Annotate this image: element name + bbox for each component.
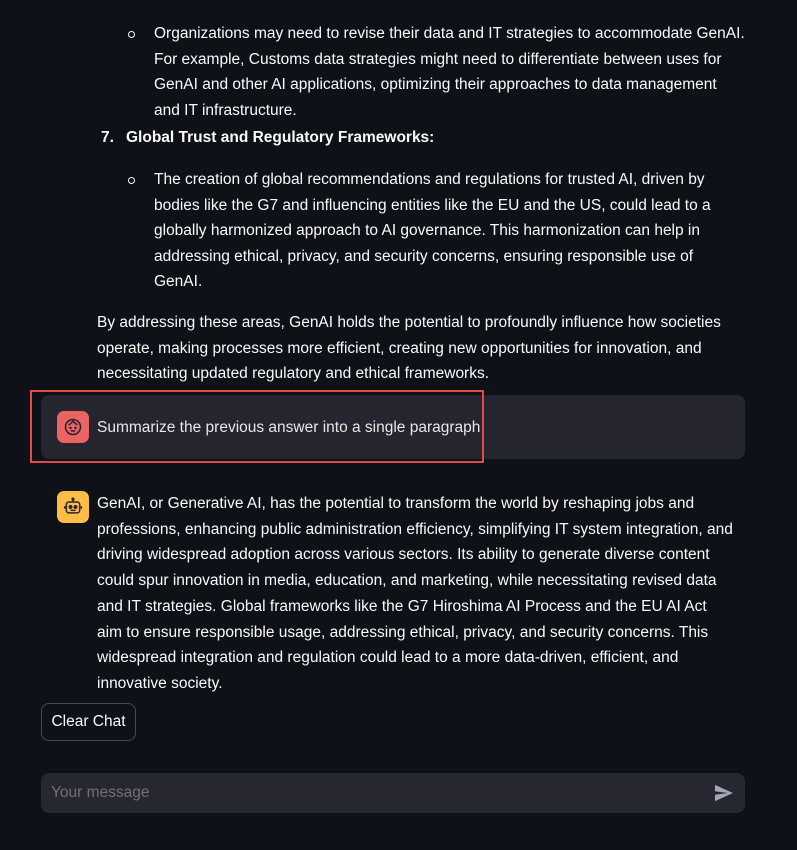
hollow-bullet-icon: [128, 31, 135, 38]
highlight-box: [30, 390, 484, 463]
chat-input-container: [41, 773, 745, 813]
item6-bullet-text: Organizations may need to revise their d…: [154, 25, 745, 119]
item-number: 7.: [101, 129, 114, 147]
robot-icon: [63, 497, 83, 514]
assistant-message-text: GenAI, or Generative AI, has the potenti…: [97, 495, 733, 692]
conclusion-paragraph: By addressing these areas, GenAI holds t…: [97, 313, 721, 383]
hollow-bullet-icon: [128, 176, 135, 184]
clear-chat-button[interactable]: Clear Chat: [41, 703, 136, 741]
previous-assistant-message: Organizations may need to revise their d…: [41, 0, 745, 387]
send-button[interactable]: [713, 782, 735, 804]
chat-message-input[interactable]: [41, 773, 701, 813]
item7-bullet-text: The creation of global recommendations a…: [154, 170, 711, 291]
send-icon: [715, 784, 733, 802]
list-item: Organizations may need to revise their d…: [41, 21, 745, 123]
item6-sublist: Organizations may need to revise their d…: [41, 21, 745, 123]
assistant-avatar: [57, 491, 89, 523]
numbered-item-7: 7. Global Trust and Regulatory Framework…: [41, 125, 745, 151]
list-item: The creation of global recommendations a…: [41, 167, 745, 295]
item7-title: Global Trust and Regulatory Frameworks:: [126, 129, 435, 147]
chat-page: Organizations may need to revise their d…: [0, 0, 797, 850]
item7-sublist: The creation of global recommendations a…: [41, 167, 745, 295]
